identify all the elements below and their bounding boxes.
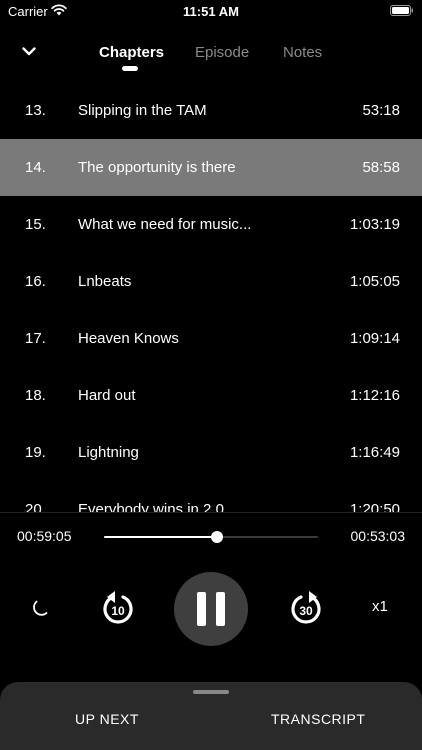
chapter-list[interactable]: 13. Slipping in the TAM 53:18 14. The op… bbox=[0, 82, 422, 512]
up-next-button[interactable]: UP NEXT bbox=[75, 711, 139, 727]
pause-icon bbox=[192, 592, 230, 626]
chapter-title: Hard out bbox=[78, 387, 136, 404]
rotate-ccw-icon: 10 bbox=[103, 591, 133, 624]
status-bar: Carrier 11:51 AM bbox=[0, 0, 422, 24]
bottom-sheet[interactable]: UP NEXT TRANSCRIPT bbox=[0, 682, 422, 750]
sleep-timer-button[interactable] bbox=[30, 597, 52, 619]
playback-speed-button[interactable]: x1 bbox=[372, 598, 388, 615]
progress-scrubber[interactable] bbox=[104, 531, 318, 543]
chapter-title: Slipping in the TAM bbox=[78, 102, 207, 119]
chapter-number: 18. bbox=[25, 387, 46, 404]
chapter-time: 1:12:16 bbox=[349, 387, 400, 404]
chapter-row[interactable]: 18. Hard out 1:12:16 bbox=[0, 367, 422, 424]
chapter-number: 16. bbox=[25, 273, 46, 290]
chapter-title: Heaven Knows bbox=[78, 330, 179, 347]
chapter-title: What we need for music... bbox=[78, 216, 252, 233]
sheet-handle[interactable] bbox=[193, 690, 229, 694]
tab-notes[interactable]: Notes bbox=[283, 44, 322, 61]
chapter-row[interactable]: 13. Slipping in the TAM 53:18 bbox=[0, 82, 422, 139]
chevron-down-icon bbox=[22, 46, 36, 55]
scrubber-thumb[interactable] bbox=[210, 531, 223, 543]
chapter-row[interactable]: 19. Lightning 1:16:49 bbox=[0, 424, 422, 481]
chapter-number: 17. bbox=[25, 330, 46, 347]
chapter-time: 1:05:05 bbox=[349, 273, 400, 290]
chapter-number: 13. bbox=[25, 102, 46, 119]
chapter-time: 53:18 bbox=[362, 102, 400, 119]
tab-episode[interactable]: Episode bbox=[195, 44, 249, 61]
divider bbox=[0, 512, 422, 513]
moon-icon bbox=[33, 600, 48, 616]
remaining-time: 00:53:03 bbox=[350, 528, 406, 544]
tab-bar: Chapters Episode Notes bbox=[0, 36, 422, 76]
battery-icon bbox=[390, 5, 413, 16]
playback-controls: 10 30 x1 bbox=[0, 570, 422, 646]
chapter-title: Everybody wins in 2.0 bbox=[78, 501, 224, 512]
chapter-title: Lightning bbox=[78, 444, 139, 461]
chapter-time: 1:16:49 bbox=[349, 444, 400, 461]
skip-back-seconds: 10 bbox=[111, 604, 125, 618]
chapter-row[interactable]: 20. Everybody wins in 2.0 1:20:50 bbox=[0, 481, 422, 512]
chapter-number: 15. bbox=[25, 216, 46, 233]
chapter-time: 1:03:19 bbox=[349, 216, 400, 233]
chapter-time: 58:58 bbox=[362, 159, 400, 176]
chapter-time: 1:09:14 bbox=[349, 330, 400, 347]
chapter-row[interactable]: 16. Lnbeats 1:05:05 bbox=[0, 253, 422, 310]
chapter-row[interactable]: 15. What we need for music... 1:03:19 bbox=[0, 196, 422, 253]
status-time: 11:51 AM bbox=[183, 4, 239, 19]
chapter-number: 19. bbox=[25, 444, 46, 461]
rotate-cw-icon: 30 bbox=[291, 591, 321, 624]
chapter-title: Lnbeats bbox=[78, 273, 132, 290]
chapter-number: 14. bbox=[25, 159, 46, 176]
skip-forward-button[interactable]: 30 bbox=[286, 588, 326, 628]
transcript-button[interactable]: TRANSCRIPT bbox=[271, 711, 365, 727]
chapter-title: The opportunity is there bbox=[78, 159, 236, 176]
skip-forward-seconds: 30 bbox=[299, 604, 313, 618]
elapsed-time: 00:59:05 bbox=[17, 528, 72, 544]
chapter-row[interactable]: 17. Heaven Knows 1:09:14 bbox=[0, 310, 422, 367]
chapter-row-current[interactable]: 14. The opportunity is there 58:58 bbox=[0, 139, 422, 196]
skip-back-button[interactable]: 10 bbox=[98, 588, 138, 628]
chapter-time: 1:20:50 bbox=[349, 501, 400, 512]
progress-fill bbox=[104, 536, 217, 538]
chapter-number: 20. bbox=[25, 501, 46, 512]
collapse-button[interactable] bbox=[18, 40, 40, 62]
play-pause-button[interactable] bbox=[174, 572, 248, 646]
active-tab-indicator bbox=[122, 66, 138, 71]
tab-chapters[interactable]: Chapters bbox=[99, 44, 164, 61]
